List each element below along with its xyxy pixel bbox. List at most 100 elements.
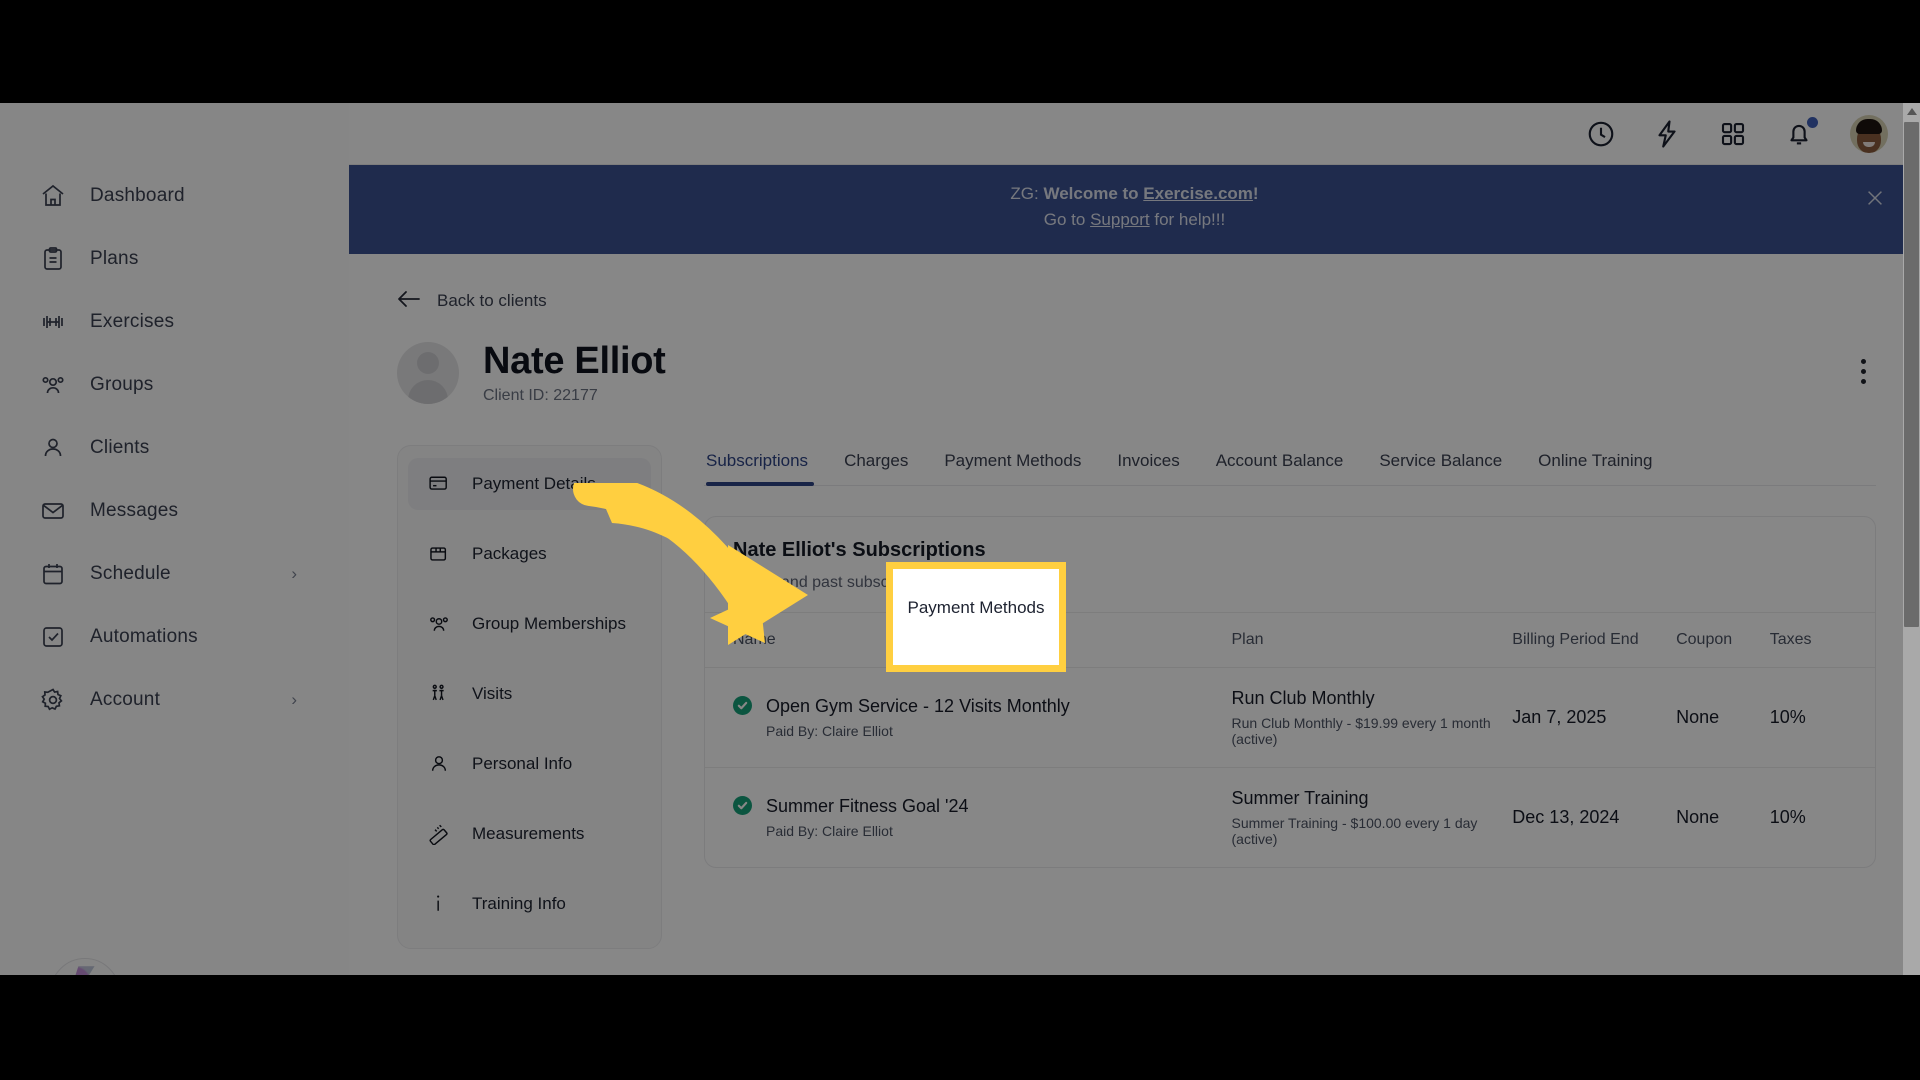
app-window: Dashboard Plans Exercises Groups Clients Mess… — [0, 103, 1920, 975]
plan-detail: Summer Training - $100.00 every 1 day (a… — [1231, 815, 1478, 848]
two-people-icon — [428, 683, 450, 705]
banner-prefix: ZG: — [1010, 184, 1044, 203]
sidebar-item-account[interactable]: Account › — [0, 677, 349, 723]
table-row[interactable]: Summer Fitness Goal '24 Paid By: Claire E… — [705, 767, 1875, 868]
sidebar-item-schedule[interactable]: Schedule › — [0, 551, 349, 597]
table-body: Open Gym Service - 12 Visits Monthly Paid… — [705, 667, 1875, 868]
box-icon — [428, 543, 450, 565]
announcement-banner: ZG: Welcome to Exercise.com! Go to Suppo… — [349, 165, 1920, 254]
paid-by-label: Paid By: Claire Elliot — [766, 723, 893, 740]
assistant-widget[interactable]: 19 — [50, 958, 120, 975]
main-column: Subscriptions Charges Payment Methods Invoi… — [704, 445, 1876, 869]
subnav-item-measurements[interactable]: Measurements — [408, 808, 651, 860]
client-subnav: Payment Details Packages Group Memberships… — [397, 445, 662, 950]
subnav-item-label: Payment Details — [472, 474, 596, 494]
letterbox-bottom — [0, 975, 1920, 1080]
tab-subscriptions[interactable]: Subscriptions — [704, 445, 826, 487]
grid-apps-icon[interactable] — [1718, 119, 1748, 149]
sidebar-item-automations[interactable]: Automations — [0, 614, 349, 660]
plan-name: Summer Training — [1231, 788, 1369, 809]
calendar-icon — [40, 561, 66, 587]
close-icon[interactable] — [1864, 187, 1886, 209]
page-title: Nate Elliot — [483, 339, 666, 382]
card-header: Nate Elliot's Subscriptions Active and p… — [705, 517, 1875, 612]
subnav-item-label: Measurements — [472, 824, 585, 844]
scroll-up-arrow-icon[interactable] — [1903, 103, 1920, 120]
more-options-icon[interactable] — [1860, 358, 1866, 384]
banner-line-2: Go to Support for help!!! — [349, 207, 1920, 233]
client-id-label: Client ID: 22177 — [483, 387, 598, 405]
sidebar-nav-list: Dashboard Plans Exercises Groups Clients Mess… — [0, 103, 349, 723]
top-bar — [349, 103, 1920, 165]
status-active-icon — [733, 796, 752, 816]
subnav-item-group-memberships[interactable]: Group Memberships — [408, 598, 651, 650]
tab-payment-methods[interactable]: Payment Methods — [926, 445, 1099, 485]
vertical-scrollbar[interactable] — [1903, 103, 1920, 975]
tab-payment-methods-highlighted[interactable]: Payment Methods — [886, 598, 1066, 618]
gear-icon — [40, 687, 66, 713]
subnav-item-label: Visits — [472, 684, 513, 704]
subnav-item-label: Personal Info — [472, 754, 573, 774]
info-icon — [428, 893, 450, 915]
banner-line2-prefix: Go to — [1043, 210, 1091, 230]
sidebar-item-label: Messages — [90, 500, 179, 521]
subscriptions-table: Name Plan Billing Period End Coupon Taxes Op… — [705, 612, 1875, 868]
sidebar-item-dashboard[interactable]: Dashboard — [0, 173, 349, 219]
tab-account-balance[interactable]: Account Balance — [1198, 445, 1362, 485]
banner-line2-suffix: for help!!! — [1149, 210, 1226, 230]
sidebar-item-exercises[interactable]: Exercises — [0, 299, 349, 345]
column-header: Coupon — [1676, 612, 1770, 668]
arrow-left-icon — [397, 290, 421, 313]
banner-bold-text: Welcome to — [1043, 184, 1144, 203]
bell-icon[interactable] — [1784, 116, 1818, 149]
person-icon — [428, 753, 450, 775]
clipboard-icon — [40, 246, 66, 272]
cell-plan: Summer Training Summer Training - $100.00… — [1231, 767, 1513, 868]
exercise-com-link[interactable]: Exercise.com — [1143, 184, 1253, 203]
client-avatar — [397, 342, 459, 405]
back-to-clients-link[interactable]: Back to clients — [397, 290, 547, 313]
people-icon — [40, 372, 66, 398]
subnav-item-personal-info[interactable]: Personal Info — [408, 738, 651, 790]
scrollbar-thumb[interactable] — [1904, 122, 1919, 627]
cell-name: Summer Fitness Goal '24 Paid By: Claire E… — [705, 767, 1232, 868]
tab-service-balance[interactable]: Service Balance — [1361, 445, 1520, 485]
sidebar-item-label: Automations — [90, 626, 198, 647]
user-avatar[interactable] — [1850, 114, 1888, 153]
clock-icon[interactable] — [1586, 119, 1616, 149]
sidebar-item-groups[interactable]: Groups — [0, 362, 349, 408]
subnav-item-label: Training Info — [472, 894, 566, 914]
credit-card-icon — [428, 473, 450, 495]
sidebar-item-label: Clients — [90, 437, 150, 458]
sidebar-item-label: Exercises — [90, 311, 175, 332]
table-row[interactable]: Open Gym Service - 12 Visits Monthly Paid… — [705, 667, 1875, 768]
client-header: Nate Elliot Client ID: 22177 — [397, 339, 1876, 406]
back-link-label: Back to clients — [437, 291, 547, 311]
sidebar-item-clients[interactable]: Clients — [0, 425, 349, 471]
tab-online-training[interactable]: Online Training — [1520, 445, 1670, 485]
card-title: Nate Elliot's Subscriptions — [733, 539, 986, 562]
cell-taxes: 10% — [1769, 667, 1875, 768]
sidebar-item-messages[interactable]: Messages — [0, 488, 349, 534]
person-icon — [40, 435, 66, 461]
subnav-item-payment-details[interactable]: Payment Details — [408, 458, 651, 511]
sidebar-item-label: Plans — [90, 248, 139, 269]
tab-invoices[interactable]: Invoices — [1099, 445, 1197, 485]
subnav-item-label: Group Memberships — [472, 614, 627, 634]
tab-charges[interactable]: Charges — [826, 445, 926, 485]
subnav-item-packages[interactable]: Packages — [408, 528, 651, 580]
column-header: Taxes — [1769, 612, 1875, 668]
support-link[interactable]: Support — [1090, 210, 1150, 229]
subnav-item-training-info[interactable]: Training Info — [408, 878, 651, 930]
banner-line-1: ZG: Welcome to Exercise.com! — [349, 181, 1920, 207]
cell-billing-period-end: Jan 7, 2025 — [1512, 667, 1677, 768]
sidebar-item-label: Dashboard — [90, 185, 185, 206]
sidebar-item-label: Account — [90, 689, 161, 710]
checkbox-icon — [40, 624, 66, 650]
content-split: Payment Details Packages Group Memberships… — [397, 445, 1876, 950]
page-body: Back to clients Nate Elliot Client ID: 2… — [349, 254, 1920, 950]
subnav-item-visits[interactable]: Visits — [408, 668, 651, 720]
main-sidebar: Dashboard Plans Exercises Groups Clients Mess… — [0, 103, 349, 975]
lightning-bolt-icon[interactable] — [1652, 119, 1682, 149]
sidebar-item-plans[interactable]: Plans — [0, 236, 349, 282]
